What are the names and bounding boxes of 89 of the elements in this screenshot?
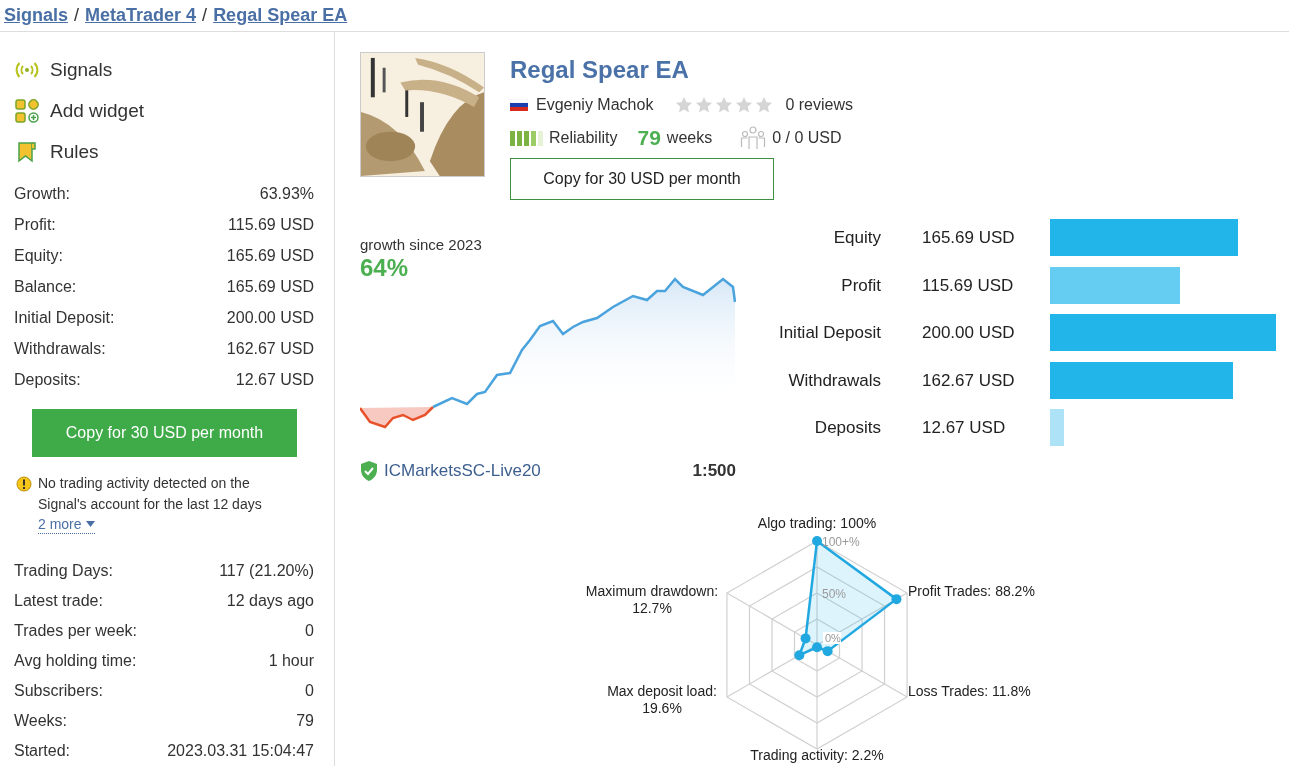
- stat-label: Started:: [14, 741, 71, 761]
- axis-label: Loss Trades: 11.8%: [907, 682, 1031, 699]
- bar-value: 165.69 USD: [921, 227, 1016, 249]
- scale-label: 50%: [821, 586, 846, 601]
- stat-label: Trades per week:: [14, 621, 137, 641]
- stat-value: 0: [305, 621, 314, 641]
- flag-icon: [510, 99, 528, 111]
- stat-label: Initial Deposit:: [14, 307, 115, 328]
- data-point: [822, 645, 833, 656]
- scale-label: 0%: [824, 631, 841, 644]
- bar-label: Deposits: [813, 417, 881, 439]
- stat-value: 2023.03.31 15:04:47: [167, 741, 314, 761]
- bookmark-flag-icon: [16, 140, 38, 163]
- stat-value: 165.69 USD: [226, 245, 314, 266]
- stat-label: Subscribers:: [14, 681, 103, 701]
- data-point: [811, 641, 822, 652]
- axis-label: Trading activity: 2.2%: [749, 746, 884, 763]
- breadcrumb-link[interactable]: Regal Spear EA: [213, 2, 348, 29]
- copy-button[interactable]: Copy for 30 USD per month: [510, 158, 774, 200]
- author-name: Evgeniy Machok: [536, 95, 654, 115]
- bar-value: 12.67 USD: [921, 417, 1007, 439]
- breadcrumb-link[interactable]: MetaTrader 4: [85, 2, 197, 29]
- stat-value: 200.00 USD: [226, 307, 314, 328]
- stat-value: 115.69 USD: [228, 214, 314, 235]
- bar-label: Initial Deposit: [777, 322, 881, 344]
- axis-label: Algo trading: 100%: [757, 514, 876, 531]
- breadcrumb-link[interactable]: Signals: [4, 2, 69, 29]
- stat-label: Balance:: [14, 276, 77, 297]
- notice-text: No trading activity detected on the Signal's account for the last 12 days: [38, 474, 263, 514]
- bar-value: 162.67 USD: [921, 369, 1016, 392]
- stat-value: 79: [296, 711, 314, 731]
- stat-value: 1 hour: [268, 651, 314, 671]
- bar-label: Withdrawals: [787, 369, 881, 392]
- stat-value: 12 days ago: [226, 591, 314, 611]
- stat-label: Latest trade:: [14, 591, 103, 611]
- breadcrumb-separator: /: [202, 4, 208, 27]
- axis-value: 12.7%: [631, 599, 672, 616]
- sidebar-nav-item[interactable]: Rules: [14, 131, 314, 173]
- stat-label: Growth:: [14, 183, 70, 204]
- star-icon: [675, 96, 694, 114]
- stat-value: 165.69 USD: [226, 276, 314, 297]
- subscribers-value: 0 / 0 USD: [772, 128, 842, 148]
- axis-value: 19.6%: [641, 699, 682, 716]
- stat-value: 12.67 USD: [235, 369, 314, 390]
- stat-label: Profit:: [14, 214, 56, 235]
- verified-shield-icon: [360, 460, 378, 481]
- growth-caption: growth since 2023: [360, 236, 483, 254]
- data-point: [811, 535, 822, 546]
- signal-title: Regal Spear EA: [510, 55, 690, 85]
- axis-label: Maximum drawdown:: [585, 582, 718, 599]
- widget-grid-icon: [15, 99, 39, 124]
- subscribers-icon: [740, 126, 767, 150]
- stat-label: Equity:: [14, 245, 63, 266]
- axis-label: Max deposit load:: [606, 682, 717, 699]
- broker-link[interactable]: ICMarketsSC-Live20: [384, 458, 541, 484]
- leverage-value: 1:500: [692, 460, 736, 482]
- caret-icon: [85, 521, 95, 527]
- star-icon: [755, 96, 774, 114]
- stat-value: 63.93%: [259, 183, 314, 204]
- bar-value: 115.69 USD: [921, 274, 1015, 297]
- data-point: [890, 593, 901, 604]
- sidebar-nav-item[interactable]: Add widget: [14, 90, 314, 132]
- sidebar-nav-item[interactable]: Signals: [14, 50, 314, 91]
- stat-label: Avg holding time:: [14, 651, 137, 671]
- stat-value: 117 (21.20%): [219, 561, 314, 581]
- growth-value: 64%: [360, 254, 410, 282]
- stat-label: Trading Days:: [14, 561, 113, 581]
- reviews-count: 0 reviews: [785, 95, 853, 115]
- weeks-count: 79: [637, 125, 661, 152]
- star-icon: [735, 96, 754, 114]
- stat-value: 0: [305, 681, 314, 701]
- star-icon: [695, 96, 714, 114]
- breadcrumb-separator: /: [74, 4, 80, 27]
- stat-value: 162.67 USD: [226, 338, 314, 359]
- axis-label: Profit Trades: 88.2%: [907, 582, 1035, 599]
- more-link[interactable]: 2 more: [38, 515, 95, 534]
- data-point: [800, 632, 811, 643]
- bar-label: Profit: [840, 274, 881, 297]
- stat-label: Weeks:: [14, 711, 68, 731]
- data-point: [793, 649, 804, 660]
- bar-label: Equity: [832, 227, 881, 249]
- scale-label: 100+%: [821, 534, 860, 549]
- star-icon: [715, 96, 734, 114]
- stat-label: Deposits:: [14, 369, 81, 390]
- reliability-label: Reliability: [549, 128, 618, 148]
- warning-icon: [16, 476, 32, 492]
- bar-value: 200.00 USD: [921, 322, 1016, 344]
- weeks-label: weeks: [666, 128, 713, 148]
- stat-label: Withdrawals:: [14, 338, 106, 359]
